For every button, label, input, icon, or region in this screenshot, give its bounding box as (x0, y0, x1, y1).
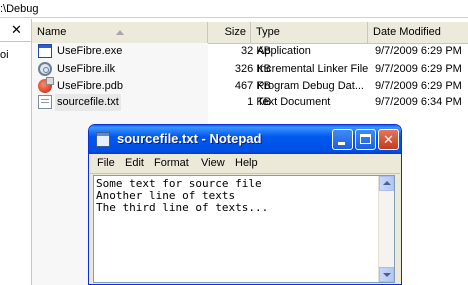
notepad-window: sourcefile.txt - Notepad ✕ File Edit For… (88, 124, 402, 285)
minimize-button[interactable] (332, 129, 353, 150)
file-type: Program Debug Dat... (257, 80, 364, 92)
arrow-down-icon (383, 273, 391, 277)
scroll-down-button[interactable] (379, 267, 394, 282)
file-row[interactable]: UseFibre.pdb 467 KB Program Debug Dat...… (32, 77, 468, 95)
file-date: 9/7/2009 6:29 PM (375, 63, 462, 75)
column-header-name-label: Name (37, 26, 67, 38)
arrow-up-icon (383, 181, 391, 185)
left-pane: ✕ oi (0, 19, 32, 285)
notepad-icon[interactable] (96, 132, 110, 147)
file-name: sourcefile.txt (55, 94, 121, 111)
file-name: UseFibre.ilk (57, 63, 116, 75)
maximize-button[interactable] (355, 129, 376, 150)
menu-format[interactable]: Format (154, 157, 189, 169)
window-title: sourcefile.txt - Notepad (117, 131, 262, 146)
file-date: 9/7/2009 6:29 PM (375, 80, 462, 92)
close-button[interactable]: ✕ (378, 129, 399, 150)
file-type: Text Document (257, 96, 331, 108)
column-header-row: Name Size Type Date Modified (32, 22, 468, 44)
file-type: Application (257, 45, 311, 57)
ilk-icon (38, 62, 52, 76)
maximize-icon (360, 134, 371, 144)
pdb-icon (38, 77, 54, 93)
file-row[interactable]: sourcefile.txt 1 KB Text Document 9/7/20… (32, 94, 468, 111)
left-pane-text: oi (0, 49, 9, 61)
file-row[interactable]: UseFibre.ilk 326 KB Incremental Linker F… (32, 61, 468, 78)
column-header-type[interactable]: Type (251, 22, 368, 43)
editor-content[interactable]: Some text for source file Another line o… (96, 178, 268, 214)
vertical-scrollbar[interactable] (378, 176, 394, 282)
column-header-size[interactable]: Size (208, 22, 251, 43)
column-header-size-label: Size (224, 26, 246, 38)
menu-edit[interactable]: Edit (125, 157, 144, 169)
scroll-up-button[interactable] (379, 176, 394, 191)
pane-divider (0, 41, 31, 42)
exe-icon (38, 44, 52, 58)
menu-view[interactable]: View (201, 157, 225, 169)
file-name: UseFibre.pdb (57, 80, 124, 92)
menu-help[interactable]: Help (235, 157, 258, 169)
close-pane-icon[interactable]: ✕ (11, 22, 22, 38)
menu-bar: File Edit Format View Help (90, 154, 400, 174)
column-header-type-label: Type (256, 26, 280, 38)
address-text: :\Debug (0, 3, 39, 15)
minimize-icon (338, 142, 345, 145)
file-name: UseFibre.exe (57, 45, 123, 57)
address-bar[interactable]: :\Debug (0, 0, 468, 18)
column-header-name[interactable]: Name (32, 22, 208, 43)
column-header-date[interactable]: Date Modified (368, 22, 468, 43)
sort-ascending-icon (116, 30, 124, 35)
file-date: 9/7/2009 6:29 PM (375, 45, 462, 57)
text-file-icon (38, 95, 52, 109)
file-date: 9/7/2009 6:34 PM (375, 96, 462, 108)
close-icon: ✕ (383, 132, 394, 147)
notepad-title-bar[interactable]: sourcefile.txt - Notepad ✕ (89, 125, 401, 154)
file-type: Incremental Linker File (257, 63, 369, 75)
file-row[interactable]: UseFibre.exe 32 KB Application 9/7/2009 … (32, 43, 468, 60)
menu-file[interactable]: File (97, 157, 115, 169)
column-header-date-label: Date Modified (373, 26, 441, 38)
text-editor[interactable]: Some text for source file Another line o… (93, 175, 395, 283)
